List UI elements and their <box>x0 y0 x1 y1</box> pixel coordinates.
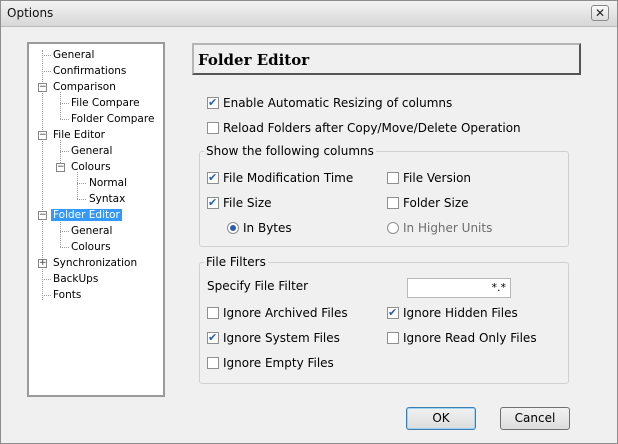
tree-line <box>42 71 51 72</box>
checkbox-unchecked-icon[interactable] <box>387 197 399 209</box>
tree-line <box>60 220 61 247</box>
tree-item-confirmations[interactable]: Confirmations <box>53 65 126 77</box>
tree-item-normal[interactable]: Normal <box>89 177 127 189</box>
reload-folders-checkbox[interactable]: Reload Folders after Copy/Move/Delete Op… <box>207 121 521 135</box>
checkbox-unchecked-icon[interactable] <box>387 332 399 344</box>
tree-line <box>77 199 86 200</box>
options-tree[interactable]: − − − − + General Confirmations Comparis… <box>27 42 165 397</box>
tree-line <box>42 279 51 280</box>
ignore-system-checkbox[interactable]: Ignore System Files <box>207 331 340 345</box>
tree-line <box>60 103 69 104</box>
tree-item-comparison[interactable]: Comparison <box>53 81 116 93</box>
tree-item-folder-compare[interactable]: Folder Compare <box>71 113 154 125</box>
ignore-empty-checkbox[interactable]: Ignore Empty Files <box>207 356 334 370</box>
ignore-readonly-checkbox[interactable]: Ignore Read Only Files <box>387 331 537 345</box>
tree-item-folder-editor[interactable]: Folder Editor <box>51 209 122 221</box>
checkbox-checked-icon[interactable] <box>207 96 219 109</box>
expand-folder-editor-icon[interactable]: − <box>38 211 47 220</box>
tree-item-syntax[interactable]: Syntax <box>89 193 125 205</box>
checkbox-unchecked-icon[interactable] <box>387 172 399 184</box>
in-bytes-radio[interactable]: In Bytes <box>227 221 292 235</box>
col-size-checkbox[interactable]: File Size <box>207 196 272 210</box>
tree-line <box>42 55 51 56</box>
ignore-hidden-checkbox[interactable]: Ignore Hidden Files <box>387 306 518 320</box>
cancel-button[interactable]: Cancel <box>500 407 570 430</box>
expand-file-editor-icon[interactable]: − <box>38 131 47 140</box>
panel-title: Folder Editor <box>198 51 310 69</box>
expand-comparison-icon[interactable]: − <box>38 83 47 92</box>
radio-unselected-icon[interactable] <box>387 222 399 234</box>
file-filter-input[interactable]: *.* <box>407 278 511 298</box>
tree-item-synchronization[interactable]: Synchronization <box>53 257 137 269</box>
col-folder-size-checkbox[interactable]: Folder Size <box>387 196 469 210</box>
tree-item-file-editor-colours[interactable]: Colours <box>71 161 111 173</box>
expand-colours-icon[interactable]: − <box>56 163 65 172</box>
tree-line <box>42 295 51 296</box>
ignore-archived-checkbox[interactable]: Ignore Archived Files <box>207 306 348 320</box>
tree-item-general[interactable]: General <box>53 49 94 61</box>
panel-header: Folder Editor <box>192 43 581 75</box>
checkbox-unchecked-icon[interactable] <box>207 357 219 369</box>
window-title: Options <box>7 6 54 20</box>
tree-item-folder-editor-general[interactable]: General <box>71 225 112 237</box>
tree-item-file-editor[interactable]: File Editor <box>53 129 105 141</box>
tree-line <box>77 183 86 184</box>
tree-line <box>60 231 69 232</box>
tree-item-file-editor-general[interactable]: General <box>71 145 112 157</box>
tree-line <box>60 119 69 120</box>
tree-line <box>60 92 61 119</box>
columns-group-label: Show the following columns <box>204 144 376 158</box>
tree-line <box>60 247 69 248</box>
in-higher-units-radio[interactable]: In Higher Units <box>387 221 492 235</box>
tree-item-fonts[interactable]: Fonts <box>53 289 81 301</box>
tree-line <box>77 172 78 199</box>
tree-line <box>60 151 69 152</box>
expand-synchronization-icon[interactable]: + <box>38 259 47 268</box>
col-mod-time-checkbox[interactable]: File Modification Time <box>207 171 353 185</box>
checkbox-checked-icon[interactable] <box>387 306 399 319</box>
ok-button[interactable]: OK <box>406 407 476 430</box>
tree-item-file-compare[interactable]: File Compare <box>71 97 140 109</box>
specify-filter-label: Specify File Filter <box>207 279 309 293</box>
checkbox-unchecked-icon[interactable] <box>207 307 219 319</box>
close-button[interactable]: ✕ <box>591 5 609 21</box>
options-dialog: Options ✕ − − − − + General Confirmation… <box>0 0 618 444</box>
checkbox-checked-icon[interactable] <box>207 196 219 209</box>
checkbox-checked-icon[interactable] <box>207 171 219 184</box>
auto-resize-checkbox[interactable]: Enable Automatic Resizing of columns <box>207 96 452 110</box>
tree-item-folder-editor-colours[interactable]: Colours <box>71 241 111 253</box>
radio-selected-icon[interactable] <box>227 222 239 234</box>
checkbox-unchecked-icon[interactable] <box>207 122 219 134</box>
checkbox-checked-icon[interactable] <box>207 331 219 344</box>
tree-item-backups[interactable]: BackUps <box>53 273 98 285</box>
col-version-checkbox[interactable]: File Version <box>387 171 471 185</box>
title-bar[interactable]: Options ✕ <box>1 1 617 27</box>
file-filters-group-label: File Filters <box>204 255 268 269</box>
